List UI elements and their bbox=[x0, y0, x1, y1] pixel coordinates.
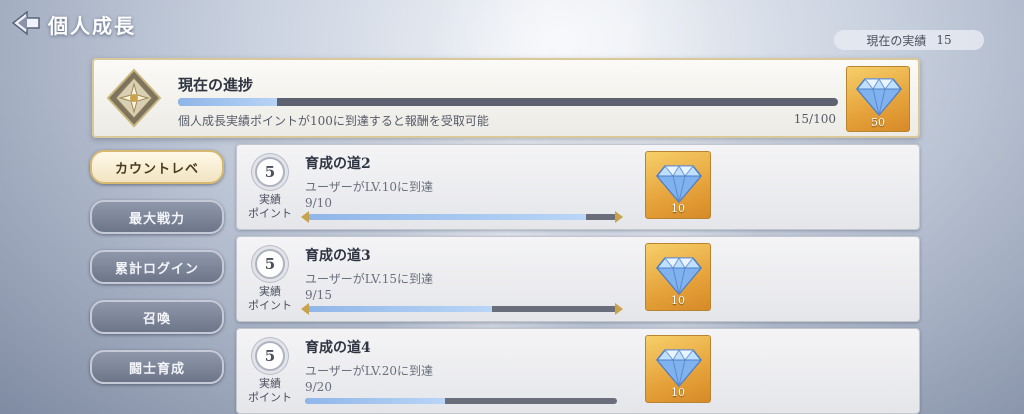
tab-account-level[interactable]: カウントレベ bbox=[90, 150, 224, 184]
tab-label: 累計ログイン bbox=[114, 261, 199, 277]
tab-label: 闘士育成 bbox=[128, 361, 185, 377]
tab-summon[interactable]: 召喚 bbox=[90, 300, 224, 334]
progress-description: 個人成長実績ポイントが100に到達すると報酬を受取可能 bbox=[178, 114, 489, 128]
task-title: 育成の道2 bbox=[305, 156, 371, 172]
points-label: 実績 bbox=[259, 285, 281, 298]
progress-panel: 現在の進捗 個人成長実績ポイントが100に到達すると報酬を受取可能 15/100… bbox=[92, 58, 920, 138]
reward-quantity: 50 bbox=[871, 116, 885, 129]
points-label: ポイント bbox=[248, 207, 292, 220]
progress-title: 現在の進捗 bbox=[178, 76, 254, 94]
bar-cap-icon bbox=[615, 211, 623, 223]
points-label: ポイント bbox=[248, 391, 292, 404]
reward-quantity: 10 bbox=[671, 294, 685, 307]
task-progress-fill bbox=[305, 306, 493, 312]
points-value: 5 bbox=[255, 341, 285, 371]
tab-label: カウントレベ bbox=[114, 161, 199, 177]
task-description: ユーザーがLV.15に到達 bbox=[305, 272, 433, 286]
task-count: 9/15 bbox=[305, 288, 332, 302]
diamond-icon bbox=[655, 165, 703, 204]
points-value: 5 bbox=[255, 157, 285, 187]
task-progress-bar bbox=[305, 306, 617, 312]
tab-fighter-training[interactable]: 闘士育成 bbox=[90, 350, 224, 384]
tab-max-power[interactable]: 最大戦力 bbox=[90, 200, 224, 234]
achievement-emblem-icon bbox=[104, 68, 164, 128]
task-card: 5 実績 ポイント 育成の道3 ユーザーがLV.15に到達 9/15 10 bbox=[236, 236, 920, 322]
task-card: 5 実績 ポイント 育成の道2 ユーザーがLV.10に到達 9/10 10 bbox=[236, 144, 920, 230]
points-badge: 5 実績 ポイント bbox=[245, 249, 295, 313]
task-count: 9/10 bbox=[305, 196, 332, 210]
task-reward[interactable]: 10 bbox=[645, 151, 711, 219]
tab-label: 召喚 bbox=[142, 311, 171, 327]
points-badge: 5 実績 ポイント bbox=[245, 157, 295, 221]
task-progress-bar bbox=[305, 398, 617, 404]
achievement-label: 現在の実績 bbox=[866, 33, 927, 48]
points-badge: 5 実績 ポイント bbox=[245, 341, 295, 405]
task-title: 育成の道4 bbox=[305, 340, 371, 356]
progress-count: 15/100 bbox=[793, 112, 836, 126]
task-description: ユーザーがLV.20に到達 bbox=[305, 364, 433, 378]
task-progress-bar bbox=[305, 214, 617, 220]
progress-bar bbox=[178, 98, 838, 106]
milestone-reward[interactable]: 50 bbox=[846, 66, 910, 132]
tab-label: 最大戦力 bbox=[128, 211, 185, 227]
task-progress-fill bbox=[305, 214, 586, 220]
progress-bar-fill bbox=[178, 98, 277, 106]
points-value: 5 bbox=[255, 249, 285, 279]
diamond-icon bbox=[855, 78, 903, 117]
tab-cumulative-login[interactable]: 累計ログイン bbox=[90, 250, 224, 284]
bar-cap-icon bbox=[301, 211, 309, 223]
task-reward[interactable]: 10 bbox=[645, 335, 711, 403]
points-label: 実績 bbox=[259, 377, 281, 390]
achievement-value: 15 bbox=[936, 33, 952, 47]
task-card: 5 実績 ポイント 育成の道4 ユーザーがLV.20に到達 9/20 10 bbox=[236, 328, 920, 414]
task-description: ユーザーがLV.10に到達 bbox=[305, 180, 433, 194]
back-arrow-icon[interactable] bbox=[8, 8, 44, 38]
points-label: ポイント bbox=[248, 299, 292, 312]
achievement-counter: 現在の実績 15 bbox=[834, 30, 984, 50]
task-title: 育成の道3 bbox=[305, 248, 371, 264]
page-title: 個人成長 bbox=[48, 14, 136, 38]
diamond-icon bbox=[655, 257, 703, 296]
task-progress-fill bbox=[305, 398, 446, 404]
task-count: 9/20 bbox=[305, 380, 332, 394]
points-label: 実績 bbox=[259, 193, 281, 206]
header: 個人成長 bbox=[0, 0, 400, 48]
bar-cap-icon bbox=[615, 303, 623, 315]
diamond-icon bbox=[655, 349, 703, 388]
bar-cap-icon bbox=[301, 303, 309, 315]
reward-quantity: 10 bbox=[671, 202, 685, 215]
task-reward[interactable]: 10 bbox=[645, 243, 711, 311]
reward-quantity: 10 bbox=[671, 386, 685, 399]
